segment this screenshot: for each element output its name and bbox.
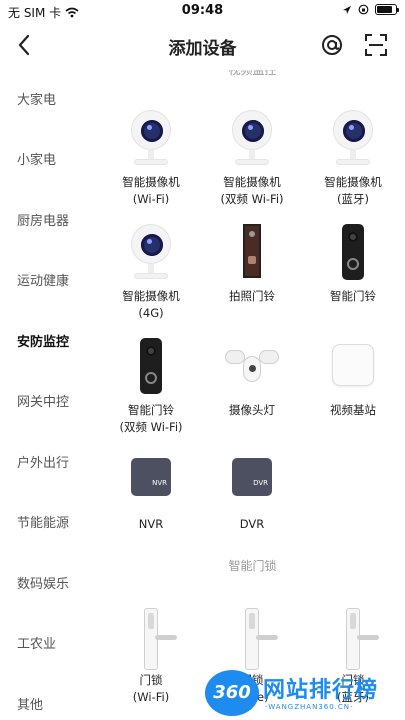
door-lock-icon	[116, 608, 186, 670]
sidebar-item-label: 厨房电器	[17, 213, 70, 229]
door-lock-icon	[318, 608, 388, 670]
sidebar-item-sports-health[interactable]: 运动健康	[0, 250, 100, 311]
camera-icon	[217, 110, 287, 170]
sidebar-item-label: 运动健康	[17, 274, 70, 290]
device-grid: 视频监控 智能摄像机 (Wi-Fi) 智能摄像机 (双频 Wi-Fi) 智能摄像…	[100, 58, 405, 720]
device-name: 摄像头灯	[229, 403, 275, 417]
device-camera-4g[interactable]: 智能摄像机 (4G)	[100, 224, 202, 322]
scan-icon	[365, 34, 387, 56]
sidebar-item-label: 数码娱乐	[17, 576, 70, 592]
sidebar-item-label: 节能能源	[17, 516, 70, 532]
device-name: 智能门铃	[330, 289, 376, 303]
device-name: 智能门铃	[128, 403, 174, 417]
doorbell-icon	[217, 224, 287, 284]
status-right	[342, 4, 399, 15]
at-icon[interactable]	[321, 34, 343, 61]
device-name: NVR	[138, 517, 164, 531]
device-lock-wifi[interactable]: 门锁 (Wi-Fi)	[100, 608, 202, 706]
sidebar-item-kitchen[interactable]: 厨房电器	[0, 189, 100, 250]
watermark-brand: 网站排行榜	[263, 678, 379, 703]
battery-icon	[375, 4, 399, 15]
sidebar-item-digital[interactable]: 数码娱乐	[0, 552, 100, 613]
device-sub: (蓝牙)	[337, 192, 369, 206]
device-name: 智能摄像机	[122, 175, 180, 189]
sidebar-item-label: 户外出行	[17, 455, 70, 471]
device-sub: (双频 Wi-Fi)	[119, 420, 183, 434]
device-name: DVR	[239, 517, 265, 531]
device-sub: (4G)	[138, 306, 164, 320]
door-lock-icon	[217, 608, 287, 670]
device-sub: (双频 Wi-Fi)	[220, 192, 284, 206]
sidebar-item-outdoor[interactable]: 户外出行	[0, 431, 100, 492]
device-name: 智能摄像机	[122, 289, 180, 303]
camera-icon	[318, 110, 388, 170]
sidebar-item-label: 大家电	[17, 92, 57, 108]
recorder-label: DVR	[253, 479, 268, 487]
watermark-sub: -WANGZHAN360.CN-	[265, 703, 354, 711]
sidebar-item-label: 工农业	[17, 637, 57, 653]
category-sidebar: 大家电 小家电 厨房电器 运动健康 安防监控 网关中控 户外出行 节能能源 数码…	[0, 68, 100, 720]
camera-icon	[116, 110, 186, 170]
sidebar-item-label: 小家电	[17, 153, 57, 169]
device-photo-doorbell[interactable]: 拍照门铃	[201, 224, 303, 305]
location-icon	[343, 5, 351, 14]
camera-icon	[116, 224, 186, 284]
device-smart-doorbell[interactable]: 智能门铃	[302, 224, 404, 305]
recorder-icon: DVR	[217, 452, 287, 512]
device-camera-bluetooth[interactable]: 智能摄像机 (蓝牙)	[302, 110, 404, 208]
base-station-icon	[318, 338, 388, 398]
watermark-badge: 360	[205, 670, 259, 716]
doorbell-icon	[318, 224, 388, 284]
device-dvr[interactable]: DVR DVR	[201, 452, 303, 533]
device-name: 智能摄像机	[223, 175, 281, 189]
device-doorbell-dual-wifi[interactable]: 智能门铃 (双频 Wi-Fi)	[100, 338, 202, 436]
device-floodlight-camera[interactable]: 摄像头灯	[201, 338, 303, 419]
orientation-lock-icon	[358, 4, 369, 15]
device-video-station[interactable]: 视频基站	[302, 338, 404, 419]
sidebar-item-label: 网关中控	[17, 395, 70, 411]
sidebar-item-large-appliances[interactable]: 大家电	[0, 68, 100, 129]
device-sub: (Wi-Fi)	[132, 192, 170, 206]
section-title-lock: 智能门锁	[228, 559, 277, 573]
device-name: 智能摄像机	[324, 175, 382, 189]
device-nvr[interactable]: NVR NVR	[100, 452, 202, 533]
sidebar-item-label: 安防监控	[17, 334, 70, 350]
device-name: 拍照门铃	[229, 289, 275, 303]
sidebar-item-small-appliances[interactable]: 小家电	[0, 129, 100, 190]
device-name: 视频基站	[330, 403, 376, 417]
status-bar: 无 SIM 卡 09:48	[0, 0, 405, 22]
device-camera-dual-wifi[interactable]: 智能摄像机 (双频 Wi-Fi)	[201, 110, 303, 208]
page-title: 添加设备	[168, 39, 237, 59]
sidebar-item-security[interactable]: 安防监控	[0, 310, 100, 371]
scan-button[interactable]	[365, 34, 387, 56]
watermark-logo: 360 网站排行榜 -WANGZHAN360.CN-	[205, 670, 405, 718]
sidebar-item-gateway[interactable]: 网关中控	[0, 371, 100, 432]
recorder-icon: NVR	[116, 452, 186, 512]
sidebar-item-industry[interactable]: 工农业	[0, 613, 100, 674]
device-sub: (Wi-Fi)	[132, 690, 170, 704]
at-icon-graphic	[322, 35, 342, 55]
floodlight-icon	[217, 338, 287, 398]
sidebar-item-label: 其他	[17, 697, 44, 713]
doorbell-icon	[116, 338, 186, 398]
sidebar-item-other[interactable]: 其他	[0, 673, 100, 720]
device-camera-wifi[interactable]: 智能摄像机 (Wi-Fi)	[100, 110, 202, 208]
device-name: 门锁	[139, 673, 163, 687]
recorder-label: NVR	[152, 479, 167, 487]
section-title-video: 视频监控	[228, 63, 277, 77]
sidebar-item-energy[interactable]: 节能能源	[0, 492, 100, 553]
